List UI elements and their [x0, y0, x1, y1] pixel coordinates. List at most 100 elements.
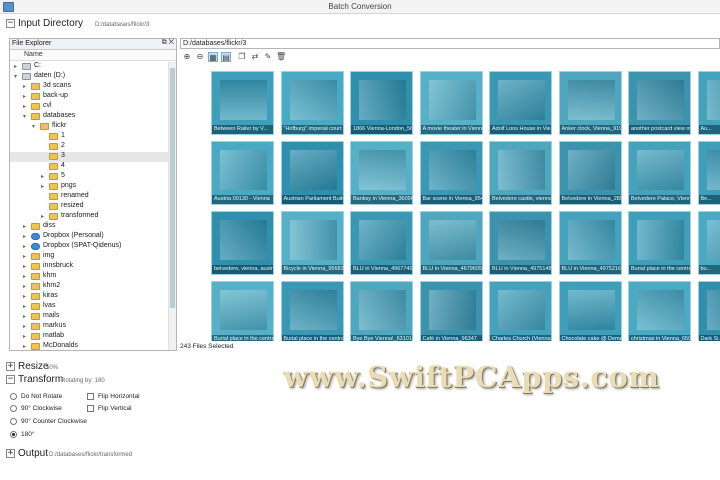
tree-item[interactable]: ▸ transformed [10, 212, 168, 222]
radio-90-clockwise[interactable] [10, 405, 17, 412]
tree-item[interactable]: ▸ diss [10, 222, 168, 232]
copy-icon[interactable]: ❐ [237, 52, 247, 62]
expand-arrow-icon[interactable]: ▸ [23, 283, 29, 290]
collapse-arrow-icon[interactable]: ▾ [14, 73, 20, 80]
thumbnail-item[interactable]: Banksy in Vienna_36096 [350, 141, 413, 205]
thumbnail-item[interactable]: Be... [697, 141, 720, 205]
thumbnail-item[interactable]: Adolf Loos House in Vienna [489, 71, 552, 135]
transform-collapse-toggle[interactable]: − [6, 375, 15, 384]
tree-item[interactable]: 3 [10, 152, 168, 162]
tree-item[interactable]: ▸ img [10, 252, 168, 262]
expand-arrow-icon[interactable]: ▸ [23, 233, 29, 240]
flip-horizontal-checkbox[interactable] [87, 393, 94, 400]
expand-arrow-icon[interactable]: ▸ [23, 343, 29, 350]
thumbnail-item[interactable]: 1866 Vienna-London_56 [350, 71, 413, 135]
tree-item[interactable]: renamed [10, 192, 168, 202]
thumbnail-item[interactable]: A movie theater in Vienna [419, 71, 483, 135]
expand-arrow-icon[interactable]: ▸ [23, 93, 29, 100]
thumbnail-item[interactable]: Chocolate cake @ Demel [558, 281, 622, 341]
tree-item[interactable]: ▸ McDonalds [10, 342, 168, 350]
tree-item[interactable]: ▸ lvas [10, 302, 168, 312]
resize-expand-toggle[interactable]: + [6, 362, 15, 371]
expand-arrow-icon[interactable]: ▸ [23, 303, 29, 310]
expand-arrow-icon[interactable]: ▸ [23, 223, 29, 230]
thumbnail-item[interactable]: christmas in Vienna_6504 [628, 281, 691, 341]
grid-view-icon[interactable]: ▦ [208, 52, 218, 62]
tree-item[interactable]: ▸ innsbruck [10, 262, 168, 272]
thumbnail-item[interactable]: Bye Bye Vienna!_6310111 [350, 281, 413, 341]
thumbnail-item[interactable]: Burial place in the central [211, 281, 274, 341]
list-view-icon[interactable]: ▤ [221, 52, 231, 62]
thumbnail-item[interactable]: Belvedere castle, vienna... [489, 141, 552, 205]
thumbnail-item[interactable]: bu... [697, 211, 720, 275]
tree-item[interactable]: resized [10, 202, 168, 212]
expand-arrow-icon[interactable]: ▸ [41, 213, 47, 220]
expand-arrow-icon[interactable]: ▸ [23, 103, 29, 110]
tree-item[interactable]: 2 [10, 142, 168, 152]
tree-item[interactable]: ▸ 3d scans [10, 82, 168, 92]
column-header-name[interactable]: Name [10, 50, 176, 61]
tree-item[interactable]: 4 [10, 162, 168, 172]
flip-horizontal-label[interactable]: Flip Horizontal [98, 393, 140, 400]
expand-arrow-icon[interactable]: ▸ [23, 333, 29, 340]
thumbnail-item[interactable]: Belvedere Palace, Vienna... [628, 141, 691, 205]
expand-arrow-icon[interactable]: ▸ [23, 253, 29, 260]
radio-180-label[interactable]: 180° [21, 431, 34, 438]
thumbnail-item[interactable]: another postcard view of... [628, 71, 691, 135]
thumbnail-item[interactable]: Charles Church (Vienna... [489, 281, 552, 341]
expand-arrow-icon[interactable]: ▸ [23, 293, 29, 300]
flip-vertical-checkbox[interactable] [87, 405, 94, 412]
tree-item[interactable]: ▾ databases [10, 112, 168, 122]
tree-item[interactable]: 1 [10, 132, 168, 142]
collapse-arrow-icon[interactable]: ▾ [32, 123, 38, 130]
zoom-in-icon[interactable]: ⊕ [182, 52, 192, 62]
tree-item[interactable]: ▸ kiras [10, 292, 168, 302]
thumbnail-item[interactable]: Au... [697, 71, 720, 135]
output-expand-toggle[interactable]: + [6, 449, 15, 458]
tree-item[interactable]: ▸ matlab [10, 332, 168, 342]
expand-arrow-icon[interactable]: ▸ [14, 63, 20, 70]
radio-do-not-rotate-label[interactable]: Do Not Rotate [21, 393, 62, 400]
expand-arrow-icon[interactable]: ▸ [23, 273, 29, 280]
tree-item[interactable]: ▾ daten (D:) [10, 72, 168, 82]
expand-arrow-icon[interactable]: ▸ [23, 323, 29, 330]
thumbnail-item[interactable]: Belvedere in Vienna_2896 [558, 141, 622, 205]
expand-arrow-icon[interactable]: ▸ [41, 183, 47, 190]
thumbnail-item[interactable]: belvedere, vienna, austria [211, 211, 274, 275]
expand-arrow-icon[interactable]: ▸ [23, 263, 29, 270]
flip-vertical-label[interactable]: Flip Vertical [98, 405, 132, 412]
thumbnail-item[interactable]: Burial place in the central... [628, 211, 691, 275]
thumbnail-item[interactable]: Bicycle in Vienna_956838 [280, 211, 344, 275]
thumbnail-item[interactable]: Between Railer by V... [211, 71, 274, 135]
thumbnail-item[interactable]: Café in Vienna_96347 [419, 281, 483, 341]
expand-arrow-icon[interactable]: ▸ [41, 173, 47, 180]
input-directory-collapse-toggle[interactable]: − [6, 19, 15, 28]
thumbnail-item[interactable]: Bar scene in Vienna_9549 [419, 141, 483, 205]
thumbnail-item[interactable]: Austrian Parliament Build... [280, 141, 344, 205]
tree-item[interactable]: ▸ cvl [10, 102, 168, 112]
thumbnail-item[interactable]: Dark Si... [697, 281, 720, 341]
tree-item[interactable]: ▸ 5 [10, 172, 168, 182]
tree-item[interactable]: ▸ khm2 [10, 282, 168, 292]
file-explorer-scrollbar[interactable] [168, 62, 176, 350]
zoom-out-icon[interactable]: ⊖ [195, 52, 205, 62]
delete-icon[interactable]: 🗑 [276, 52, 286, 62]
thumbnail-item[interactable]: "Hofburg" imperial court [280, 71, 344, 135]
thumbnail-item[interactable]: Anker clock, Vienna_9196 [558, 71, 622, 135]
tree-item[interactable]: ▸ pngs [10, 182, 168, 192]
file-explorer-window-buttons[interactable]: ⧉ ✕ [162, 39, 174, 47]
tree-item[interactable]: ▾ flickr [10, 122, 168, 132]
tree-item[interactable]: ▸ C: [10, 62, 168, 72]
tree-item[interactable]: ▸ Dropbox (Personal) [10, 232, 168, 242]
expand-arrow-icon[interactable]: ▸ [23, 243, 29, 250]
thumbnail-item[interactable]: BLU in Vienna_46796054 [419, 211, 483, 275]
move-icon[interactable]: ⇄ [250, 52, 260, 62]
scrollbar-thumb[interactable] [170, 68, 175, 308]
radio-90-clockwise-label[interactable]: 90° Clockwise [21, 405, 62, 412]
expand-arrow-icon[interactable]: ▸ [23, 313, 29, 320]
thumbnail-item[interactable]: BLU in Vienna_49677401 [350, 211, 413, 275]
radio-90-counter-clockwise[interactable] [10, 418, 17, 425]
tree-item[interactable]: ▸ Dropbox (SPAT-Qidenus) [10, 242, 168, 252]
tree-item[interactable]: ▸ mails [10, 312, 168, 322]
tree-item[interactable]: ▸ khm [10, 272, 168, 282]
